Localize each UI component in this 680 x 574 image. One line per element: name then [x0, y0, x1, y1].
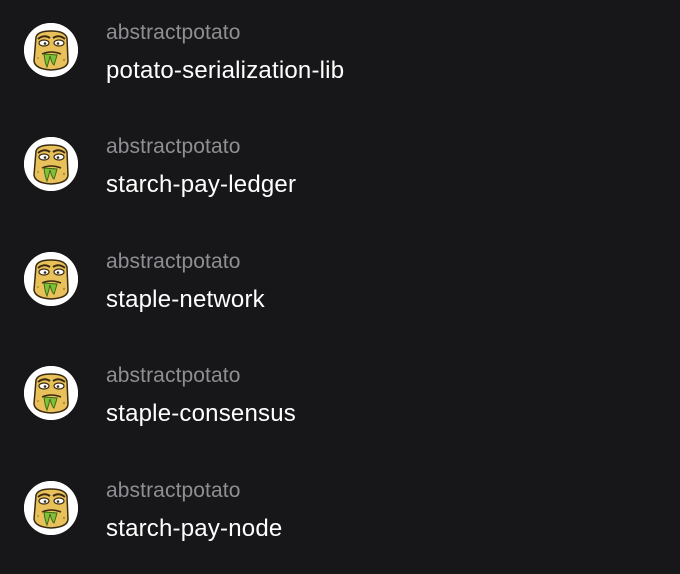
repo-owner[interactable]: abstractpotato	[106, 136, 296, 158]
repo-list-item[interactable]: abstractpotato potato-serialization-lib	[24, 22, 664, 112]
repo-owner[interactable]: abstractpotato	[106, 251, 265, 273]
potato-avatar-icon[interactable]	[24, 252, 78, 306]
repo-text: abstractpotato staple-consensus	[106, 365, 296, 427]
repo-text: abstractpotato starch-pay-ledger	[106, 136, 296, 198]
repo-name[interactable]: starch-pay-ledger	[106, 172, 296, 198]
repo-text: abstractpotato potato-serialization-lib	[106, 22, 344, 84]
repo-list-item[interactable]: abstractpotato starch-pay-ledger	[24, 136, 664, 226]
repo-name[interactable]: staple-network	[106, 287, 265, 313]
repo-name[interactable]: starch-pay-node	[106, 516, 282, 542]
potato-avatar-icon[interactable]	[24, 481, 78, 535]
repo-text: abstractpotato staple-network	[106, 251, 265, 313]
repo-text: abstractpotato starch-pay-node	[106, 480, 282, 542]
potato-avatar-icon[interactable]	[24, 23, 78, 77]
repo-list-item[interactable]: abstractpotato staple-consensus	[24, 365, 664, 455]
repo-owner[interactable]: abstractpotato	[106, 22, 344, 44]
repo-name[interactable]: potato-serialization-lib	[106, 58, 344, 84]
potato-avatar-icon[interactable]	[24, 137, 78, 191]
repo-name[interactable]: staple-consensus	[106, 401, 296, 427]
repo-owner[interactable]: abstractpotato	[106, 365, 296, 387]
potato-avatar-icon[interactable]	[24, 366, 78, 420]
repository-list: abstractpotato potato-serialization-lib	[0, 0, 680, 574]
repo-owner[interactable]: abstractpotato	[106, 480, 282, 502]
repo-list-item[interactable]: abstractpotato starch-pay-node	[24, 480, 664, 570]
repo-list-item[interactable]: abstractpotato staple-network	[24, 251, 664, 341]
